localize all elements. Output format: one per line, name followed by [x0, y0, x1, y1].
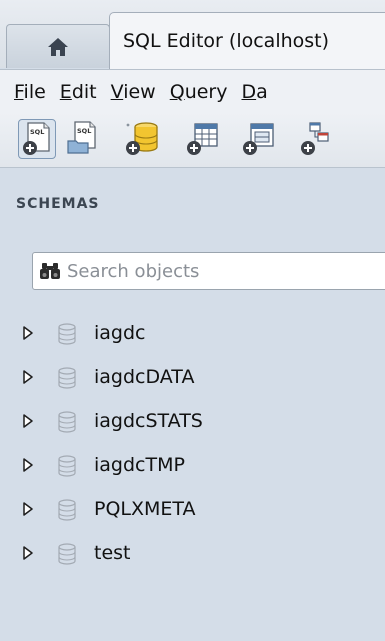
- open-sql-file-button[interactable]: SQL: [64, 119, 102, 159]
- new-table-button[interactable]: [184, 119, 222, 159]
- schema-tree: iagdc iagdcDATA iagdcSTATS iagdcTMP PQLX…: [0, 312, 385, 576]
- schema-name: iagdcSTATS: [94, 410, 203, 432]
- menu-query[interactable]: Query: [170, 81, 228, 103]
- new-view-icon: [243, 123, 274, 155]
- database-icon: [58, 367, 76, 389]
- menu-edit-mnemonic: E: [59, 81, 72, 103]
- expand-arrow-icon[interactable]: [22, 325, 34, 341]
- database-icon: [58, 543, 76, 565]
- menu-edit-rest: dit: [71, 81, 97, 103]
- database-icon: [58, 455, 76, 477]
- menu-view-rest: iew: [123, 81, 156, 103]
- binoculars-icon: [40, 263, 60, 279]
- expand-arrow-icon[interactable]: [22, 369, 34, 385]
- schema-name: iagdcTMP: [94, 454, 185, 476]
- schemas-header: SCHEMAS: [16, 196, 100, 212]
- expand-arrow-icon[interactable]: [22, 501, 34, 517]
- new-view-button[interactable]: [240, 119, 278, 159]
- new-sql-tab-icon: SQL: [23, 122, 50, 155]
- tab-sql-editor[interactable]: SQL Editor (localhost): [109, 12, 385, 69]
- menu-database-mnemonic: D: [241, 81, 257, 103]
- expand-arrow-icon[interactable]: [22, 413, 34, 429]
- tab-sql-editor-label: SQL Editor (localhost): [123, 30, 330, 52]
- expand-arrow-icon[interactable]: [22, 545, 34, 561]
- new-sql-tab-button[interactable]: SQL: [18, 119, 56, 159]
- new-schema-button[interactable]: [122, 119, 160, 159]
- menu-file-mnemonic: F: [14, 81, 24, 103]
- schema-name: iagdcDATA: [94, 366, 195, 388]
- database-icon: [58, 411, 76, 433]
- menu-edit[interactable]: Edit: [60, 81, 97, 103]
- menu-view-mnemonic: V: [110, 81, 124, 103]
- menu-file[interactable]: File: [14, 81, 46, 103]
- schema-name: test: [94, 542, 131, 564]
- menu-file-rest: ile: [23, 81, 46, 103]
- home-icon: [48, 37, 68, 56]
- schema-item-iagdc[interactable]: iagdc: [0, 312, 385, 356]
- tab-strip: SQL Editor (localhost): [0, 0, 385, 69]
- database-icon: [58, 323, 76, 345]
- search-objects-input[interactable]: [67, 260, 367, 282]
- expand-arrow-icon[interactable]: [22, 457, 34, 473]
- menu-query-rest: uery: [184, 81, 228, 103]
- toolbar: SQL SQL: [0, 113, 385, 168]
- sql-editor-window: SQL Editor (localhost) File Edit View Qu…: [0, 0, 385, 641]
- menu-query-mnemonic: Q: [169, 81, 185, 103]
- database-icon: [58, 499, 76, 521]
- schema-item-test[interactable]: test: [0, 532, 385, 576]
- schema-item-iagdcstats[interactable]: iagdcSTATS: [0, 400, 385, 444]
- svg-text:SQL: SQL: [77, 127, 91, 135]
- new-routine-icon: [301, 122, 329, 155]
- schema-item-iagdctmp[interactable]: iagdcTMP: [0, 444, 385, 488]
- menu-database-rest: a: [256, 81, 268, 103]
- search-objects-box[interactable]: [32, 252, 385, 290]
- new-table-icon: [187, 123, 218, 155]
- menu-bar: File Edit View Query Da: [0, 69, 385, 114]
- new-routine-button[interactable]: [298, 119, 336, 159]
- menu-view[interactable]: View: [111, 81, 156, 103]
- schema-name: PQLXMETA: [94, 498, 196, 520]
- schema-item-pqlxmeta[interactable]: PQLXMETA: [0, 488, 385, 532]
- home-tab[interactable]: [6, 24, 110, 68]
- open-sql-file-icon: SQL: [67, 121, 96, 154]
- schema-item-iagdcdata[interactable]: iagdcDATA: [0, 356, 385, 400]
- new-schema-icon: [126, 122, 158, 155]
- svg-text:SQL: SQL: [30, 128, 44, 136]
- menu-database[interactable]: Da: [241, 81, 267, 103]
- schema-name: iagdc: [94, 322, 146, 344]
